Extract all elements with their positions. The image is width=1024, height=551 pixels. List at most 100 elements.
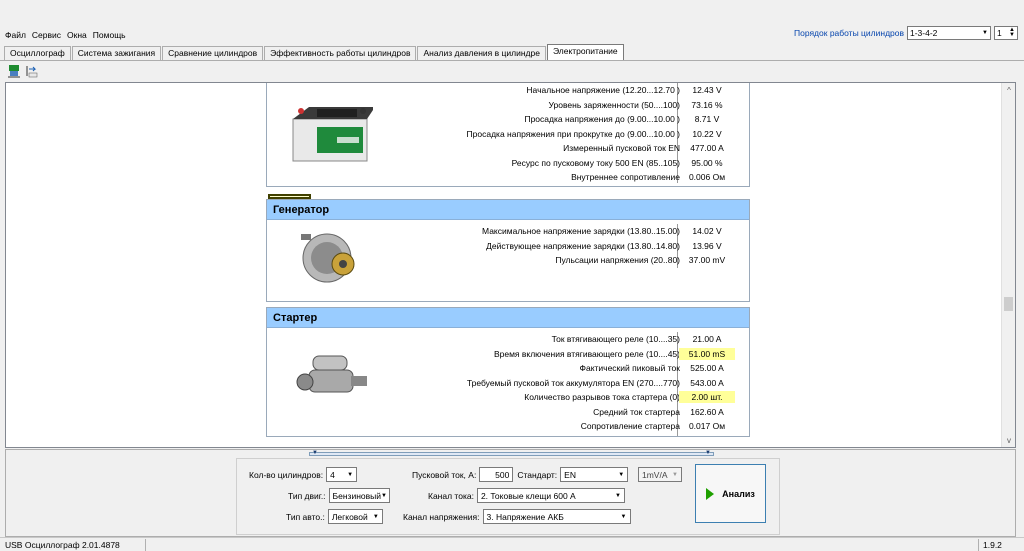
param-label: Просадка напряжения при прокрутке до (9.… bbox=[466, 128, 680, 139]
starter-panel: Стартер Ток втягивающего реле (10....35)… bbox=[266, 307, 750, 437]
tab-oscilloscope[interactable]: Осциллограф bbox=[4, 46, 71, 61]
param-value: 13.96 V bbox=[692, 240, 722, 251]
analyze-button[interactable]: Анализ bbox=[695, 464, 766, 523]
cyl-count-select[interactable]: 4 ▼ bbox=[326, 467, 358, 482]
tab-cylinder-efficiency[interactable]: Эффективность работы цилиндров bbox=[264, 46, 417, 61]
param-row: Сопротивление стартера 0.017 Ом bbox=[417, 419, 749, 434]
param-label: Требуемый пусковой ток аккумулятора EN (… bbox=[466, 377, 680, 388]
car-type-label: Тип авто.: bbox=[286, 511, 325, 522]
vertical-scrollbar[interactable]: ^ v bbox=[1001, 83, 1015, 447]
cylinder-spin[interactable]: 1 ▲ ▼ bbox=[994, 26, 1018, 40]
start-current-input[interactable]: 500 bbox=[479, 467, 514, 482]
param-row: Измеренный пусковой ток EN 477.00 A bbox=[417, 141, 749, 156]
cyl-count-value: 4 bbox=[330, 469, 335, 480]
horizontal-splitter[interactable]: ▼ ▼ bbox=[309, 450, 714, 456]
param-row: Максимальное напряжение зарядки (13.80..… bbox=[417, 224, 749, 239]
app-window: Файл Сервис Окна Помощь Порядок работы ц… bbox=[0, 0, 1024, 551]
menu-file[interactable]: Файл bbox=[4, 28, 27, 42]
chevron-down-icon: ▼ bbox=[982, 30, 988, 36]
param-value: 14.02 V bbox=[692, 226, 722, 236]
param-row: Требуемый пусковой ток аккумулятора EN (… bbox=[417, 376, 749, 391]
param-row: Просадка напряжения при прокрутке до (9.… bbox=[417, 127, 749, 142]
param-value: 10.22 V bbox=[692, 128, 722, 139]
param-row: Ресурс по пусковому току 500 EN (85..105… bbox=[417, 156, 749, 171]
param-label: Уровень заряженности (50....100) bbox=[548, 99, 681, 110]
voltage-channel-select[interactable]: 3. Напряжение АКБ ▼ bbox=[482, 509, 631, 524]
param-row: Средний ток стартера 162.60 A bbox=[417, 405, 749, 420]
tab-power-supply[interactable]: Электропитание bbox=[546, 44, 624, 61]
cyl-count-control: Кол-во цилиндров: 4 ▼ bbox=[249, 467, 358, 482]
status-app-version: USB Осциллограф 2.01.4878 bbox=[0, 538, 146, 551]
current-channel-value: 2. Токовые клещи 600 A bbox=[480, 490, 576, 501]
gear-icon bbox=[8, 65, 20, 78]
chevron-down-icon: ▼ bbox=[347, 471, 354, 478]
start-current-label: Пусковой ток, А: bbox=[412, 469, 477, 480]
param-value: 162.60 A bbox=[690, 406, 724, 417]
param-value: 0.017 Ом bbox=[688, 421, 726, 431]
standard-select[interactable]: EN ▼ bbox=[560, 467, 629, 482]
scale-select[interactable]: 1mV/A ▼ bbox=[638, 467, 682, 482]
cylinder-spin-value: 1 bbox=[997, 28, 1002, 38]
tab-strip: Осциллограф Система зажигания Сравнение … bbox=[4, 44, 625, 61]
param-row: Фактический пиковый ток 525.00 A bbox=[417, 361, 749, 376]
menu-windows[interactable]: Окна bbox=[66, 28, 88, 42]
current-channel-label: Канал тока: bbox=[428, 490, 474, 501]
voltage-channel-value: 3. Напряжение АКБ bbox=[486, 511, 564, 522]
standard-label: Стандарт: bbox=[517, 469, 558, 480]
car-type-select[interactable]: Легковой ▼ bbox=[327, 509, 383, 524]
param-label: Действующее напряжение зарядки (13.80..1… bbox=[486, 240, 680, 251]
chevron-down-icon: ▼ bbox=[615, 492, 621, 499]
menu-service[interactable]: Сервис bbox=[31, 28, 62, 42]
results-view[interactable]: Начальное напряжение (12.20...12.70 ) 12.… bbox=[5, 82, 1016, 448]
menu-help[interactable]: Помощь bbox=[92, 28, 127, 42]
cylinder-order-select[interactable]: 1-3-4-2 ▼ bbox=[907, 26, 991, 40]
scrollbar-thumb[interactable] bbox=[1004, 297, 1013, 311]
chevron-down-icon: ▼ bbox=[620, 513, 627, 520]
current-channel-select[interactable]: 2. Токовые клещи 600 A ▼ bbox=[476, 488, 625, 503]
chevron-down-icon: ▼ bbox=[618, 471, 625, 478]
scale-value: 1mV/A bbox=[642, 469, 668, 480]
engine-type-label: Тип двиг.: bbox=[288, 490, 326, 501]
starter-params: Ток втягивающего реле (10....35) 21.00 A В… bbox=[417, 332, 749, 434]
param-row: Количество разрывов тока стартера (0) 2.0… bbox=[417, 390, 749, 405]
standard-value: EN bbox=[564, 469, 576, 480]
tab-cylinder-compare[interactable]: Сравнение цилиндров bbox=[162, 46, 264, 61]
param-row: Начальное напряжение (12.20...12.70 ) 12.… bbox=[417, 83, 749, 98]
param-row: Время включения втягивающего реле (10...… bbox=[417, 347, 749, 362]
tab-ignition[interactable]: Система зажигания bbox=[71, 46, 162, 61]
engine-type-select[interactable]: Бензиновый ▼ bbox=[328, 488, 390, 503]
tab-pressure-analysis[interactable]: Анализ давления в цилиндре bbox=[417, 46, 546, 61]
status-bar: USB Осциллограф 2.01.4878 1.9.2 bbox=[0, 537, 1024, 551]
battery-params: Начальное напряжение (12.20...12.70 ) 12.… bbox=[417, 83, 749, 185]
scroll-up-icon[interactable]: ^ bbox=[1002, 83, 1015, 97]
triangle-down-icon: ▼ bbox=[312, 450, 318, 456]
param-label: Пульсации напряжения (20..80) bbox=[555, 255, 680, 265]
starter-title: Стартер bbox=[267, 308, 749, 328]
menu-bar: Файл Сервис Окна Помощь bbox=[0, 28, 127, 42]
toolbar bbox=[0, 60, 1024, 81]
param-label: Количество разрывов тока стартера (0) bbox=[524, 392, 680, 402]
param-value: 51.00 mS bbox=[679, 347, 735, 360]
param-value: 37.00 mV bbox=[688, 255, 726, 265]
param-value: 95.00 % bbox=[691, 157, 723, 168]
param-row: Ток втягивающего реле (10....35) 21.00 A bbox=[417, 332, 749, 347]
param-value: 12.43 V bbox=[692, 85, 722, 95]
generator-panel: Генератор Максимальное напряжение зарядк… bbox=[266, 199, 750, 302]
cyl-count-label: Кол-во цилиндров: bbox=[249, 469, 324, 480]
param-value: 477.00 A bbox=[690, 143, 724, 153]
scroll-down-icon[interactable]: v bbox=[1002, 433, 1015, 447]
cylinder-order-value: 1-3-4-2 bbox=[910, 28, 938, 38]
generator-image bbox=[295, 224, 365, 292]
chevron-down-icon: ▼ bbox=[672, 471, 678, 478]
scale-control: 1mV/A ▼ bbox=[638, 467, 682, 482]
generator-params: Максимальное напряжение зарядки (13.80..… bbox=[417, 224, 749, 268]
param-row: Уровень заряженности (50....100) 73.16 % bbox=[417, 98, 749, 113]
param-row: Внутреннее сопротивление 0.006 Ом bbox=[417, 170, 749, 185]
voltage-channel-label: Канал напряжения: bbox=[403, 511, 480, 522]
param-row: Действующее напряжение зарядки (13.80..1… bbox=[417, 239, 749, 254]
param-row: Пульсации напряжения (20..80) 37.00 mV bbox=[417, 253, 749, 268]
param-label: Время включения втягивающего реле (10...… bbox=[493, 348, 680, 359]
param-value: 2.00 шт. bbox=[679, 391, 735, 403]
export-tool-button[interactable] bbox=[25, 64, 39, 78]
settings-tool-button[interactable] bbox=[7, 64, 21, 78]
